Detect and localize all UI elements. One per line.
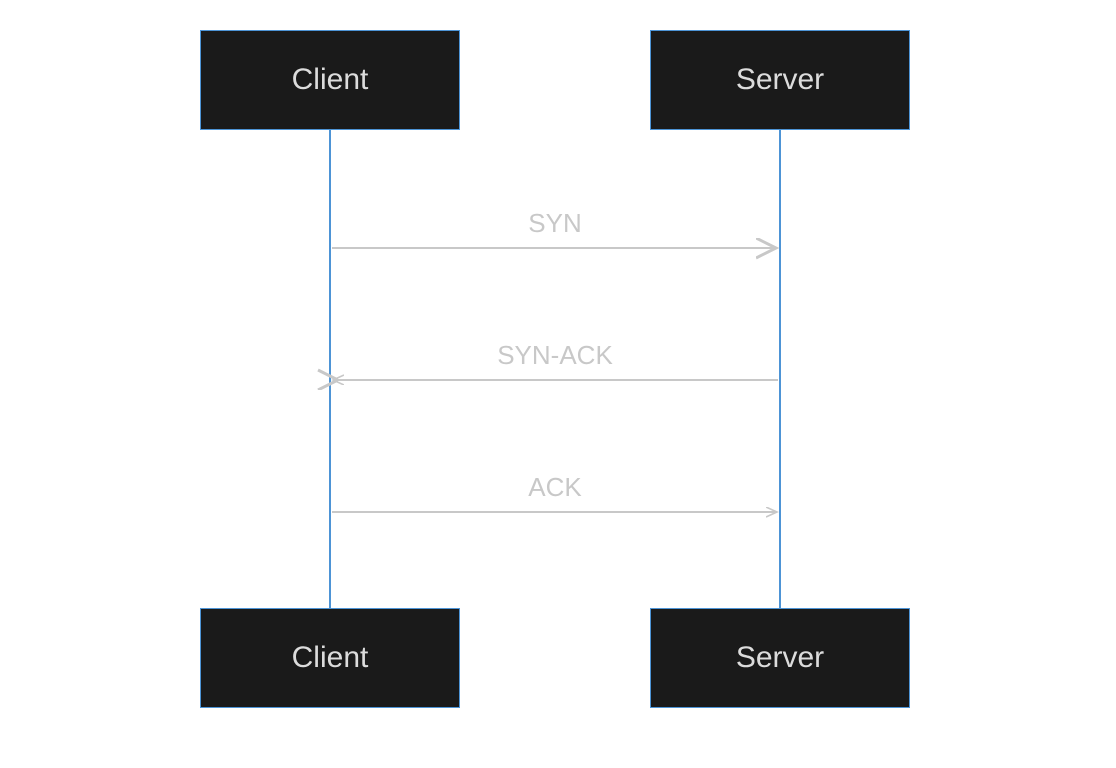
sequence-diagram: Client Server Client Server bbox=[0, 0, 1116, 768]
msg-label-3: ACK bbox=[305, 472, 805, 503]
msg-label-2: SYN-ACK bbox=[305, 340, 805, 371]
message-arrows-layer bbox=[0, 0, 1116, 768]
msg-label-1: SYN bbox=[305, 208, 805, 239]
